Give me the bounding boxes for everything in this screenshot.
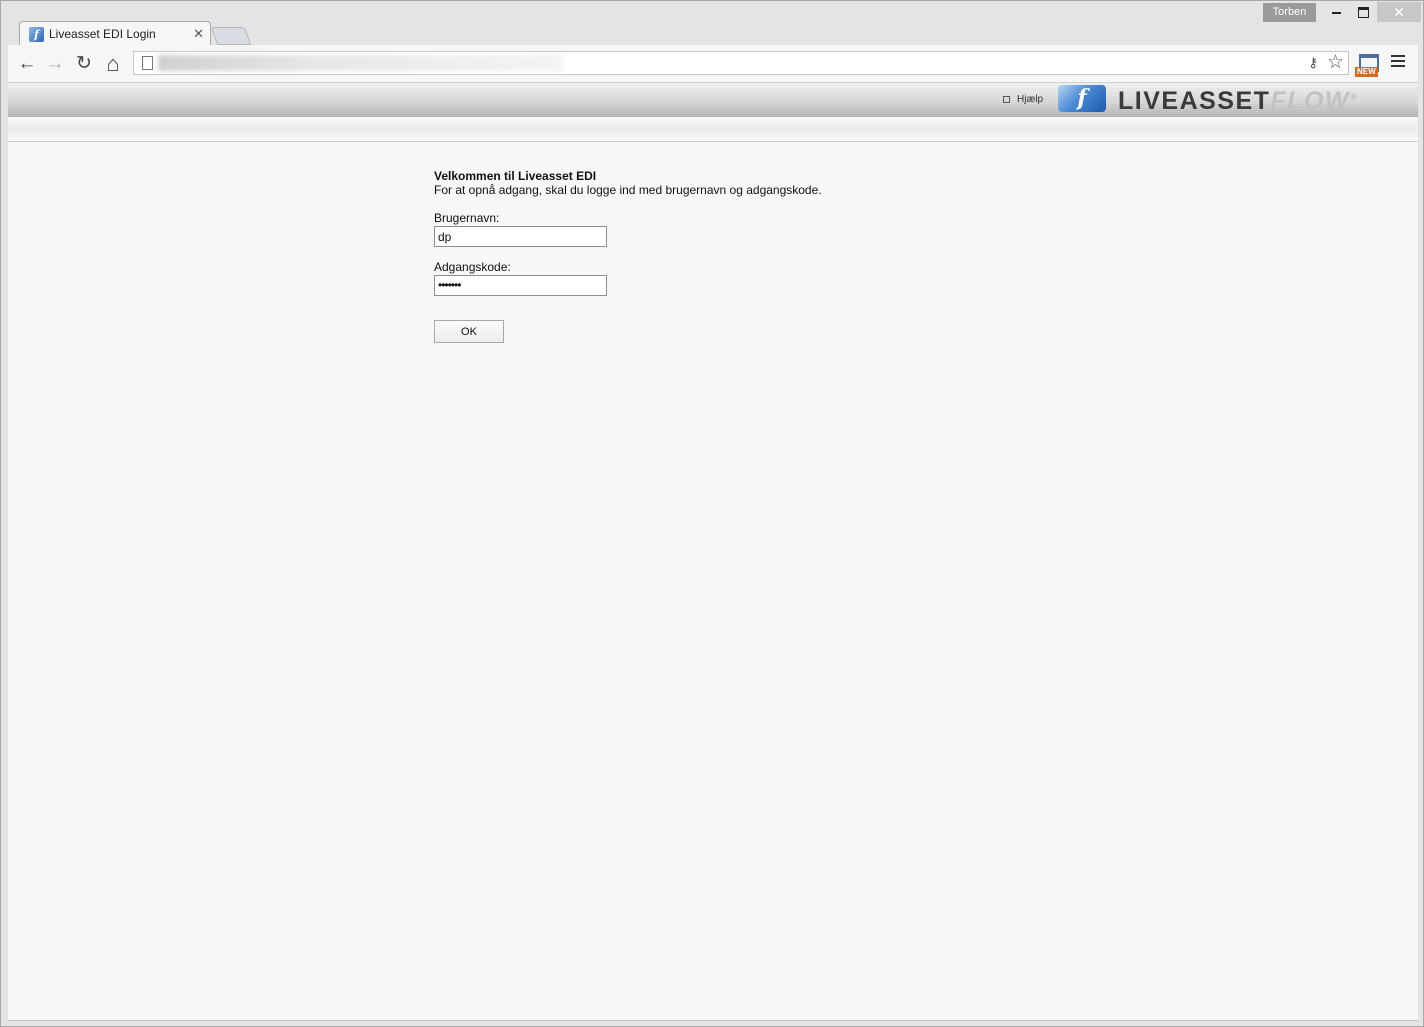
maximize-icon [1357,7,1369,19]
close-window-button[interactable]: ✕ [1377,2,1421,22]
back-arrow-icon[interactable]: ← [16,53,38,75]
title-bar: Torben ✕ f Liveasset EDI Login ✕ [1,1,1423,46]
password-input[interactable]: ••••••• [434,275,607,296]
password-label: Adgangskode: [434,260,511,274]
tab-title: Liveasset EDI Login [49,27,156,41]
page-viewport: Hjælp f LIVEASSETFLOW® Velkommen til Liv… [8,83,1418,1021]
browser-toolbar: ← → ↻ ⌂ ⚷ ☆ NEW [8,45,1418,83]
username-label: Brugernavn: [434,211,500,225]
minimize-icon [1331,11,1341,14]
new-badge: NEW [1355,67,1378,77]
help-link[interactable]: Hjælp [1003,94,1043,105]
minimize-button[interactable] [1323,2,1349,22]
sub-header-band [8,117,1418,142]
extension-window-icon[interactable]: NEW [1355,53,1381,77]
logo-main: LIVEASSET [1118,87,1271,115]
profile-button[interactable]: Torben [1263,3,1316,22]
logo-accent: FLOW [1270,87,1351,115]
hamburger-menu-icon[interactable] [1391,55,1405,70]
url-text-blurred [158,55,563,71]
bookmark-star-icon[interactable]: ☆ [1327,52,1344,74]
page-icon [142,56,153,70]
username-input[interactable] [434,226,607,247]
address-bar[interactable]: ⚷ ☆ [133,51,1349,75]
tab-close-icon[interactable]: ✕ [193,26,204,42]
logo-registered: ® [1350,91,1359,102]
liveassetflow-logo: f LIVEASSETFLOW® [1058,85,1398,116]
logo-mark-icon: f [1058,85,1106,112]
help-label: Hjælp [1017,94,1044,105]
welcome-subtitle: For at opnå adgang, skal du logge ind me… [434,183,822,197]
browser-window: Torben ✕ f Liveasset EDI Login ✕ ← → ↻ ⌂… [0,0,1424,1027]
ok-button[interactable]: OK [434,320,504,343]
liveasset-favicon-icon: f [29,27,44,42]
active-tab[interactable]: f Liveasset EDI Login ✕ [19,21,211,46]
reload-icon[interactable]: ↻ [73,53,95,75]
forward-arrow-icon[interactable]: → [44,53,66,75]
login-form: Velkommen til Liveasset EDI For at opnå … [434,169,934,343]
welcome-title: Velkommen til Liveasset EDI [434,169,597,183]
key-icon[interactable]: ⚷ [1308,55,1318,71]
help-bullet-icon [1003,95,1010,103]
new-tab-button[interactable] [210,27,252,45]
maximize-button[interactable] [1350,2,1376,22]
logo-wordmark: LIVEASSETFLOW® [1118,87,1358,116]
home-icon[interactable]: ⌂ [102,53,124,75]
